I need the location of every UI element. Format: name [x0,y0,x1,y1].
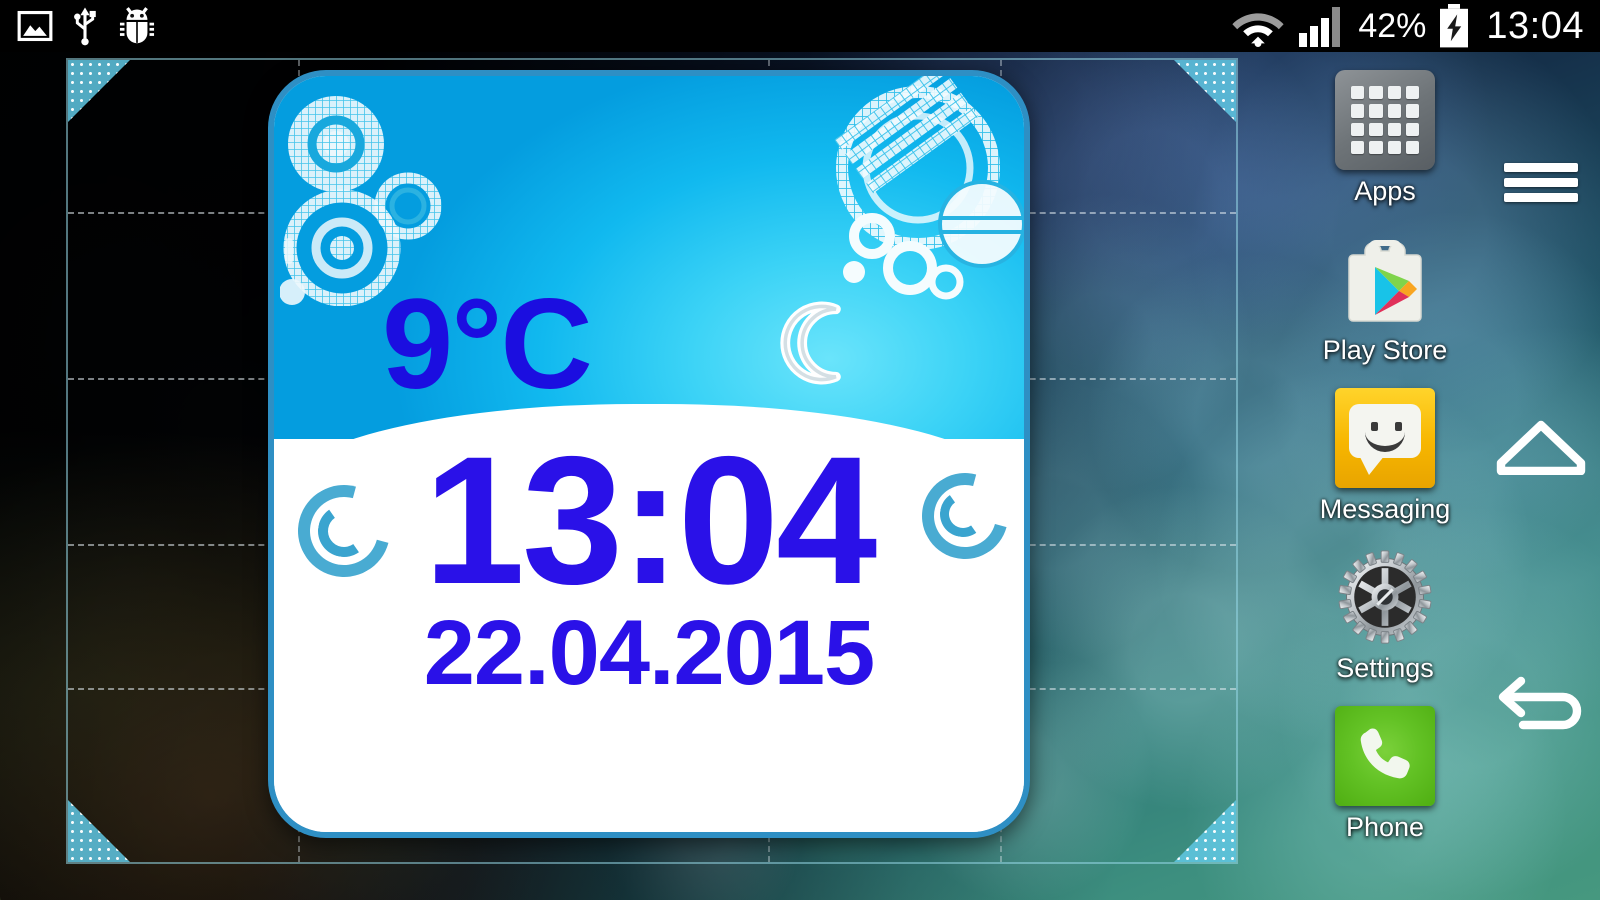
android-home-screen: 42% 13:04 9°C 13:04 22.04.2015 Apps Play… [0,0,1600,900]
settings-gear-icon [1338,550,1432,644]
home-house-icon [1496,420,1586,475]
signal-bars-icon [1299,7,1341,47]
messaging-icon [1335,388,1435,488]
apps-icon-box [1335,70,1435,170]
status-bar-right-icons: 42% 13:04 [1230,4,1600,48]
battery-percent-label: 42% [1358,6,1427,45]
back-button[interactable] [1491,660,1591,740]
widget-inner-surface: 9°C 13:04 22.04.2015 [274,76,1024,832]
widget-clock-panel: 13:04 22.04.2015 [274,403,1024,832]
decorative-circles-right-icon [834,76,1024,300]
app-shortcut-column: Apps Play Store Messaging Settings Phone [1290,70,1480,900]
screenshot-image-icon [17,10,53,42]
resize-handle-top-left[interactable] [68,60,130,122]
play-store-icon [1348,240,1422,322]
navigation-bar [1482,52,1600,900]
app-shortcut-phone[interactable]: Phone [1290,706,1480,843]
app-shortcut-apps[interactable]: Apps [1290,70,1480,207]
widget-temperature: 9°C [382,273,593,416]
apps-grid-icon [1335,70,1435,170]
widget-clock-time: 13:04 [423,417,878,622]
back-arrow-icon [1498,676,1582,730]
app-shortcut-settings[interactable]: Settings [1290,547,1480,684]
play-store-icon-box [1335,229,1435,329]
phone-handset-glyph [1360,728,1410,779]
resize-handle-bottom-left[interactable] [68,800,130,862]
crescent-moon-icon [780,301,841,385]
app-label-play-store: Play Store [1322,335,1448,365]
menu-button[interactable] [1491,142,1591,222]
messaging-icon-box [1335,388,1435,488]
app-shortcut-play-store[interactable]: Play Store [1290,229,1480,366]
phone-handset-icon [1335,706,1435,806]
app-label-apps: Apps [1354,176,1416,206]
app-label-phone: Phone [1345,812,1425,842]
usb-icon [74,7,96,46]
android-debug-bug-icon [119,7,155,44]
status-bar-clock: 13:04 [1486,4,1584,47]
smiley-eye-right [1395,422,1402,431]
widget-clock-date: 22.04.2015 [423,601,875,704]
resize-handle-bottom-right[interactable] [1174,800,1236,862]
settings-icon-box [1335,547,1435,647]
app-label-messaging: Messaging [1319,494,1451,524]
app-shortcut-messaging[interactable]: Messaging [1290,388,1480,525]
resize-handle-top-right[interactable] [1174,60,1236,122]
hamburger-menu-icon [1504,157,1578,208]
smiley-eye-left [1371,422,1378,431]
wifi-icon [1232,13,1284,47]
status-bar-left-icons [0,6,158,46]
battery-charging-icon [1440,4,1469,48]
phone-icon-box [1335,706,1435,806]
speech-bubble-tail [1359,455,1385,475]
status-bar: 42% 13:04 [0,0,1600,52]
home-button[interactable] [1491,404,1591,484]
app-label-settings: Settings [1336,653,1434,683]
weather-clock-widget[interactable]: 9°C 13:04 22.04.2015 [268,70,1030,838]
